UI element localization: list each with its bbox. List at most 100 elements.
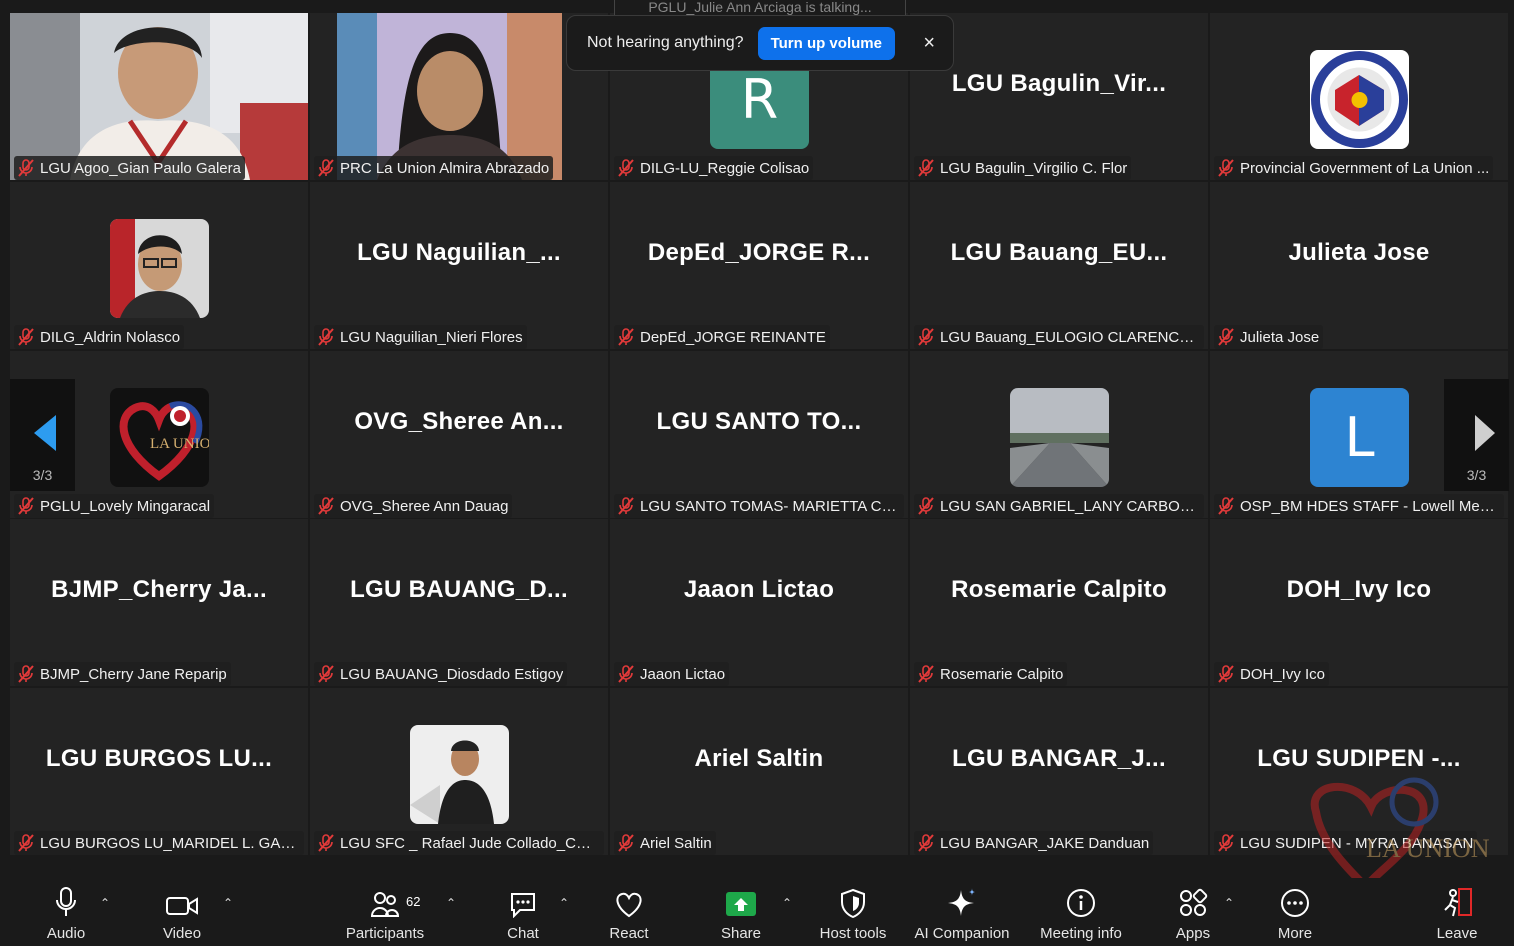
close-toast-button[interactable]: × <box>923 32 935 55</box>
participant-tile[interactable]: OVG_Sheree An... OVG_Sheree Ann Dauag <box>310 351 608 518</box>
video-options-caret[interactable]: ⌃ <box>223 896 233 910</box>
muted-mic-icon <box>918 497 934 515</box>
participant-tile[interactable]: Jaaon Lictao Jaaon Lictao <box>610 519 908 686</box>
muted-mic-icon <box>1218 497 1234 515</box>
more-button[interactable]: More <box>1274 878 1316 946</box>
participant-tile[interactable]: DepEd_JORGE R... DepEd_JORGE REINANTE <box>610 182 908 349</box>
participants-options-caret[interactable]: ⌃ <box>446 896 456 910</box>
participant-display-name: LGU BAUANG_D... <box>350 575 568 603</box>
apps-button[interactable]: Apps <box>1172 878 1214 946</box>
participant-video <box>10 13 308 180</box>
participant-tile[interactable]: PRC La Union Almira Abrazado <box>310 13 608 180</box>
participant-tile[interactable]: LGU Naguilian_... LGU Naguilian_Nieri Flo… <box>310 182 608 349</box>
muted-mic-icon <box>18 328 34 346</box>
participant-name: LGU Naguilian_Nieri Flores <box>340 328 523 346</box>
share-screen-icon <box>726 892 756 916</box>
participant-tile[interactable]: BJMP_Cherry Ja... BJMP_Cherry Jane Repari… <box>10 519 308 686</box>
participants-button[interactable]: 62 Participants <box>340 878 430 946</box>
participant-name: OVG_Sheree Ann Dauag <box>340 497 509 515</box>
participant-tile[interactable]: Ariel Saltin Ariel Saltin <box>610 688 908 855</box>
chat-options-caret[interactable]: ⌃ <box>559 896 569 910</box>
muted-mic-icon <box>318 159 334 177</box>
avatar-letter: R <box>740 68 779 131</box>
ai-companion-button[interactable]: AI Companion <box>910 878 1014 946</box>
participant-name: Julieta Jose <box>1240 328 1320 346</box>
participant-name-label: DILG-LU_Reggie Colisao <box>614 156 814 180</box>
participant-tile[interactable]: LGU Agoo_Gian Paulo Galera <box>10 13 308 180</box>
muted-mic-icon <box>618 328 634 346</box>
muted-mic-icon <box>18 159 34 177</box>
participant-tile[interactable]: LGU Bagulin_Vir... LGU Bagulin_Virgilio C… <box>910 13 1208 180</box>
la-union-watermark-logo: LA UNION <box>1310 777 1490 892</box>
heart-logo-text: LA UNIO <box>150 436 209 452</box>
participant-tile[interactable]: LGU BAUANG_D... LGU BAUANG_Diosdado Estig… <box>310 519 608 686</box>
participant-video <box>337 13 562 180</box>
prev-page-button[interactable]: 3/3 <box>10 379 75 491</box>
muted-mic-icon <box>318 497 334 515</box>
host-tools-label: Host tools <box>819 925 887 942</box>
participant-tile[interactable]: LGU SFC _ Rafael Jude Collado_CADA... <box>310 688 608 855</box>
participant-tile[interactable]: Julieta Jose Julieta Jose <box>1210 182 1508 349</box>
participant-tile[interactable]: LGU Bauang_EU... LGU Bauang_EULOGIO CLARE… <box>910 182 1208 349</box>
react-button[interactable]: React <box>606 878 652 946</box>
leave-button[interactable]: Leave <box>1434 878 1480 946</box>
participant-name: OSP_BM HDES STAFF - Lowell Mend... <box>1240 497 1500 515</box>
meeting-toolbar: Audio ⌃ Video ⌃ 62 Participants ⌃ Chat ⌃… <box>0 878 1514 946</box>
participant-name: PRC La Union Almira Abrazado <box>340 159 550 177</box>
participant-display-name: Ariel Saltin <box>694 744 824 772</box>
participant-display-name: DOH_Ivy Ico <box>1286 575 1432 603</box>
video-camera-icon <box>166 897 198 915</box>
chevron-left-icon <box>34 415 56 451</box>
participants-count: 62 <box>406 894 421 909</box>
share-options-caret[interactable]: ⌃ <box>782 896 792 910</box>
participants-label: Participants <box>345 925 425 942</box>
participant-display-name: Rosemarie Calpito <box>951 575 1167 603</box>
muted-mic-icon <box>618 834 634 852</box>
microphone-icon <box>56 887 76 916</box>
participant-name-label: Jaaon Lictao <box>614 662 730 686</box>
participant-tile[interactable]: DILG_Aldrin Nolasco <box>10 182 308 349</box>
participant-avatar-photo <box>1010 388 1109 487</box>
participant-tile[interactable]: LGU SAN GABRIEL_LANY CARBONELL <box>910 351 1208 518</box>
participant-tile[interactable]: LGU BURGOS LU... LGU BURGOS LU_MARIDEL L.… <box>10 688 308 855</box>
video-grid: LGU Agoo_Gian Paulo Galera PRC La Union A… <box>10 13 1508 856</box>
video-button[interactable]: Video <box>158 878 206 946</box>
page-indicator: 3/3 <box>32 467 53 483</box>
participant-avatar-photo <box>110 219 209 318</box>
participant-name-label: PRC La Union Almira Abrazado <box>314 156 554 180</box>
participant-name: LGU SANTO TOMAS- MARIETTA CAR... <box>640 497 900 515</box>
participant-display-name: LGU SANTO TO... <box>656 407 862 435</box>
next-page-button[interactable]: 3/3 <box>1444 379 1509 491</box>
participant-name-label: LGU SFC _ Rafael Jude Collado_CADA... <box>314 831 604 855</box>
participant-name: BJMP_Cherry Jane Reparip <box>40 665 227 683</box>
participant-name-label: DILG_Aldrin Nolasco <box>14 325 185 349</box>
info-icon <box>1067 889 1095 917</box>
participant-name: LGU SAN GABRIEL_LANY CARBONELL <box>940 497 1200 515</box>
turn-up-volume-button[interactable]: Turn up volume <box>757 26 895 60</box>
audio-toast: Not hearing anything? Turn up volume × <box>566 15 954 71</box>
participant-name: Provincial Government of La Union ... <box>1240 159 1490 177</box>
chat-button[interactable]: Chat <box>500 878 546 946</box>
participant-name: LGU BANGAR_JAKE Danduan <box>940 834 1150 852</box>
audio-button[interactable]: Audio <box>40 878 92 946</box>
participant-tile[interactable]: LGU SANTO TO... LGU SANTO TOMAS- MARIETTA… <box>610 351 908 518</box>
page-indicator: 3/3 <box>1466 467 1487 483</box>
participant-name-label: OSP_BM HDES STAFF - Lowell Mend... <box>1214 494 1504 518</box>
participant-tile[interactable]: DOH_Ivy Ico DOH_Ivy Ico <box>1210 519 1508 686</box>
share-button[interactable]: Share <box>716 878 766 946</box>
meeting-info-button[interactable]: Meeting info <box>1034 878 1128 946</box>
participant-tile[interactable]: Rosemarie Calpito Rosemarie Calpito <box>910 519 1208 686</box>
more-label: More <box>1277 925 1313 942</box>
participant-tile[interactable]: LGU BANGAR_J... LGU BANGAR_JAKE Danduan <box>910 688 1208 855</box>
chevron-right-icon <box>1475 415 1495 451</box>
muted-mic-icon <box>618 497 634 515</box>
participant-display-name: BJMP_Cherry Ja... <box>51 575 267 603</box>
muted-mic-icon <box>1218 665 1234 683</box>
audio-options-caret[interactable]: ⌃ <box>100 896 110 910</box>
apps-grid-icon <box>1180 888 1208 916</box>
host-tools-button[interactable]: Host tools <box>816 878 890 946</box>
leave-door-icon <box>1444 888 1472 917</box>
participant-tile[interactable]: Provincial Government of La Union ... <box>1210 13 1508 180</box>
apps-options-caret[interactable]: ⌃ <box>1224 896 1234 910</box>
meeting-info-label: Meeting info <box>1040 925 1122 942</box>
